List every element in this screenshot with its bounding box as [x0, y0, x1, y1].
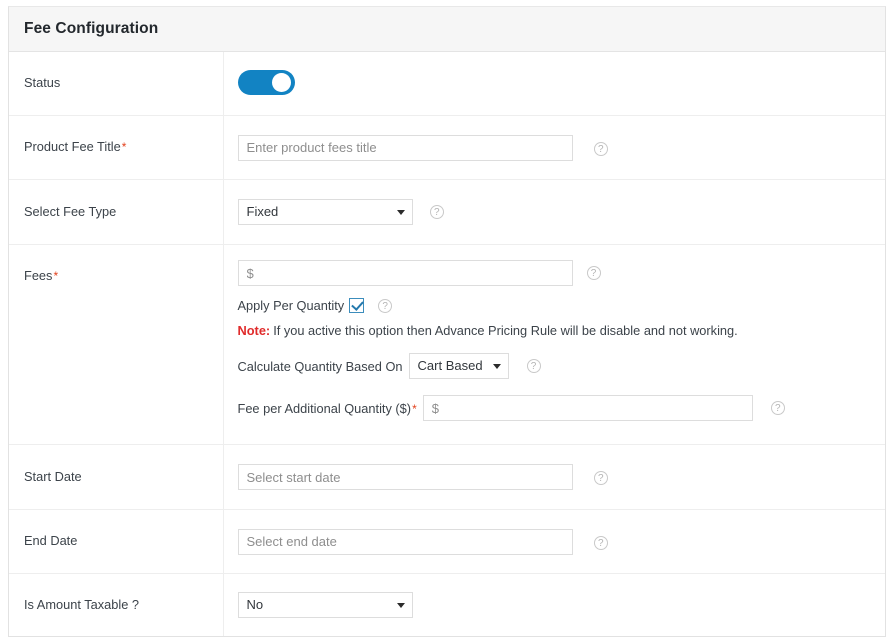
note-text: If you active this option then Advance P…: [273, 323, 738, 338]
fee-configuration-form: Status Product Fee Title* ?: [9, 52, 885, 636]
help-icon-start-date[interactable]: ?: [593, 471, 608, 486]
fees-amount-row: ?: [237, 260, 886, 286]
chevron-down-icon: [492, 364, 501, 369]
start-date-label: Start Date: [24, 468, 82, 484]
label-cell-fees: Fees*: [9, 244, 224, 445]
chevron-down-icon: [396, 210, 405, 215]
panel-header: Fee Configuration: [9, 7, 885, 52]
end-date-label: End Date: [24, 533, 78, 549]
label-cell-end-date: End Date: [9, 509, 224, 574]
field-cell-is-amount-taxable: No: [223, 574, 885, 637]
help-icon-apply-per-quantity[interactable]: ?: [378, 298, 393, 313]
fee-per-additional-quantity-label-text: Fee per Additional Quantity ($): [237, 400, 412, 416]
fee-per-additional-quantity-input[interactable]: [422, 395, 753, 421]
is-amount-taxable-value: No: [246, 597, 264, 612]
help-icon-end-date[interactable]: ?: [593, 535, 608, 550]
fee-per-additional-quantity-label: Fee per Additional Quantity ($)*: [238, 401, 417, 416]
label-cell-is-amount-taxable: Is Amount Taxable ?: [9, 573, 224, 636]
end-date-input[interactable]: [237, 528, 573, 555]
field-cell-product-fee-title: ?: [223, 116, 885, 180]
form-row-status: Status: [9, 52, 885, 116]
check-icon: [351, 298, 364, 311]
calculate-quantity-row: Calculate Quantity Based On Cart Based ?: [238, 353, 886, 379]
status-toggle[interactable]: [237, 69, 295, 95]
field-cell-select-fee-type: Fixed ?: [223, 180, 885, 245]
select-fee-type-dropdown[interactable]: Fixed: [237, 199, 413, 225]
required-asterisk: *: [412, 401, 417, 416]
apply-per-quantity-note: Note: If you active this option then Adva…: [238, 323, 886, 338]
apply-per-quantity-label: Apply Per Quantity: [237, 298, 345, 313]
label-cell-product-fee-title: Product Fee Title*: [9, 115, 224, 180]
fee-per-additional-quantity-row: Fee per Additional Quantity ($)* ?: [238, 395, 886, 421]
calculate-quantity-label: Calculate Quantity Based On: [237, 358, 403, 374]
form-row-fees: Fees* ? Apply Per Quantity ?: [9, 244, 885, 445]
field-cell-start-date: ?: [223, 445, 885, 510]
form-row-product-fee-title: Product Fee Title* ?: [9, 115, 885, 180]
start-date-input[interactable]: [237, 464, 573, 490]
field-cell-end-date: ?: [223, 510, 885, 574]
form-row-end-date: End Date ?: [9, 509, 885, 574]
help-icon-calculate-quantity[interactable]: ?: [526, 359, 541, 373]
apply-per-quantity-row: Apply Per Quantity ?: [238, 298, 886, 313]
field-cell-status: [223, 52, 885, 116]
label-cell-status: Status: [9, 52, 224, 116]
note-prefix: Note:: [237, 323, 271, 338]
form-row-select-fee-type: Select Fee Type Fixed ?: [9, 179, 885, 245]
product-fee-title-input[interactable]: [237, 134, 573, 161]
fees-label: Fees*: [24, 268, 58, 283]
select-fee-type-value: Fixed: [246, 204, 279, 219]
fees-amount-input[interactable]: [237, 260, 573, 286]
help-icon-fee-per-additional-quantity[interactable]: ?: [770, 401, 785, 415]
field-cell-fees: ? Apply Per Quantity ? Note:If you activ…: [223, 245, 885, 445]
is-amount-taxable-dropdown[interactable]: No: [237, 592, 413, 618]
page-title: Fee Configuration: [24, 20, 159, 37]
help-icon-fees[interactable]: ?: [586, 266, 601, 280]
required-asterisk: *: [121, 140, 127, 155]
status-toggle-knob: [271, 72, 291, 92]
required-asterisk: *: [53, 269, 59, 283]
help-icon-product-fee-title[interactable]: ?: [593, 141, 608, 156]
label-cell-select-fee-type: Select Fee Type: [9, 179, 224, 245]
label-cell-start-date: Start Date: [9, 444, 224, 510]
product-fee-title-label: Product Fee Title*: [24, 139, 126, 154]
is-amount-taxable-label: Is Amount Taxable ?: [24, 596, 140, 612]
help-icon-select-fee-type[interactable]: ?: [429, 205, 444, 219]
calculate-quantity-dropdown[interactable]: Cart Based: [408, 353, 509, 379]
product-fee-title-label-text: Product Fee Title: [24, 139, 121, 155]
chevron-down-icon: [396, 603, 405, 608]
status-label: Status: [24, 75, 61, 91]
fee-configuration-panel: Fee Configuration Status Product Fee Tit…: [8, 6, 886, 637]
select-fee-type-label: Select Fee Type: [24, 203, 117, 219]
form-row-start-date: Start Date ?: [9, 444, 885, 510]
fees-label-text: Fees: [24, 268, 53, 283]
form-row-is-amount-taxable: Is Amount Taxable ? No: [9, 573, 885, 637]
apply-per-quantity-checkbox[interactable]: [349, 298, 365, 313]
